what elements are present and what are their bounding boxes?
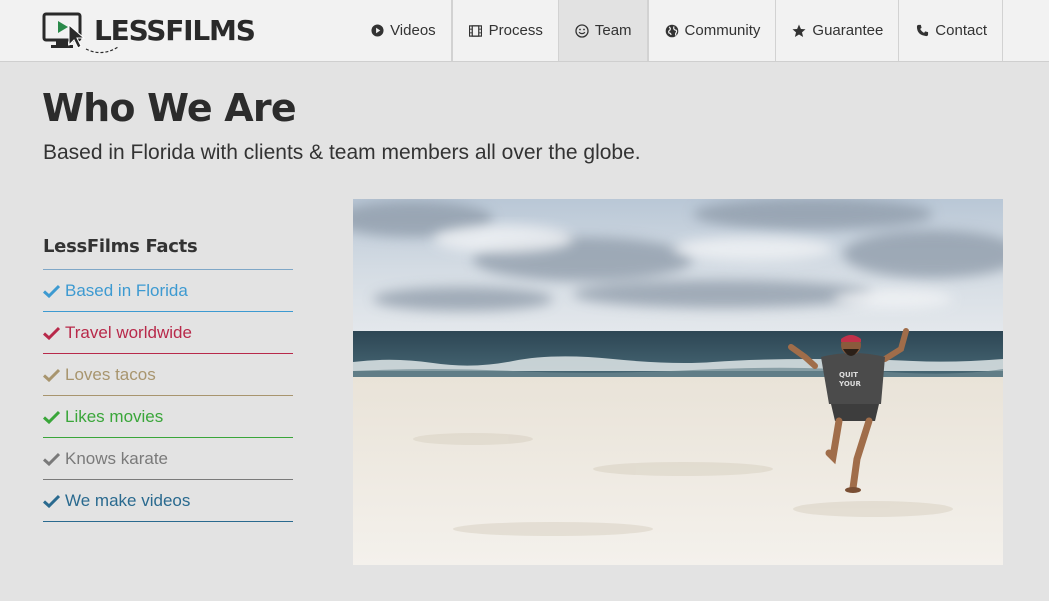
check-icon bbox=[43, 410, 65, 424]
globe-icon bbox=[664, 23, 680, 39]
site-header: LESSFILMS Videos Process Team Community bbox=[0, 0, 1049, 62]
beach-photo-illustration: QUIT YOUR bbox=[353, 199, 1003, 565]
nav-community[interactable]: Community bbox=[647, 0, 777, 61]
main-nav: Videos Process Team Community Guarantee bbox=[354, 0, 1003, 61]
nav-label: Guarantee bbox=[812, 22, 884, 39]
nav-label: Team bbox=[594, 22, 632, 39]
nav-videos[interactable]: Videos bbox=[354, 0, 452, 61]
svg-text:YOUR: YOUR bbox=[838, 380, 861, 388]
nav-process[interactable]: Process bbox=[451, 0, 559, 61]
fact-label: Loves tacos bbox=[65, 364, 156, 384]
svg-text:QUIT: QUIT bbox=[839, 371, 858, 379]
team-photo: QUIT YOUR bbox=[353, 199, 1003, 565]
film-icon bbox=[468, 23, 484, 39]
fact-item: Likes movies bbox=[43, 396, 293, 438]
star-icon bbox=[791, 23, 807, 39]
check-icon bbox=[43, 326, 65, 340]
nav-label: Community bbox=[684, 22, 761, 39]
nav-label: Process bbox=[488, 22, 543, 39]
fact-item: Loves tacos bbox=[43, 354, 293, 396]
fact-label: Based in Florida bbox=[65, 280, 188, 300]
brand-name: LESSFILMS bbox=[94, 14, 256, 47]
fact-item: Travel worldwide bbox=[43, 312, 293, 354]
nav-label: Contact bbox=[935, 22, 987, 39]
fact-item: Based in Florida bbox=[43, 270, 293, 312]
phone-icon bbox=[914, 23, 930, 39]
facts-panel: LessFilms Facts Based in Florida Travel … bbox=[43, 236, 293, 522]
nav-guarantee[interactable]: Guarantee bbox=[776, 0, 900, 61]
fact-item: We make videos bbox=[43, 480, 293, 522]
nav-contact[interactable]: Contact bbox=[899, 0, 1003, 61]
nav-team[interactable]: Team bbox=[558, 0, 648, 61]
play-circle-icon bbox=[369, 23, 385, 39]
fact-label: We make videos bbox=[65, 490, 191, 510]
check-icon bbox=[43, 452, 65, 466]
nav-label: Videos bbox=[390, 22, 436, 39]
check-icon bbox=[43, 494, 65, 508]
page-title: Who We Are bbox=[42, 86, 297, 130]
check-icon bbox=[43, 284, 65, 298]
fact-label: Likes movies bbox=[65, 406, 164, 426]
smile-icon bbox=[574, 23, 590, 39]
page-subtitle: Based in Florida with clients & team mem… bbox=[43, 141, 641, 164]
logo[interactable]: LESSFILMS bbox=[42, 11, 256, 55]
facts-title: LessFilms Facts bbox=[43, 236, 293, 270]
fact-label: Travel worldwide bbox=[65, 322, 192, 342]
check-icon bbox=[43, 368, 65, 382]
fact-item: Knows karate bbox=[43, 438, 293, 480]
fact-label: Knows karate bbox=[65, 448, 168, 468]
